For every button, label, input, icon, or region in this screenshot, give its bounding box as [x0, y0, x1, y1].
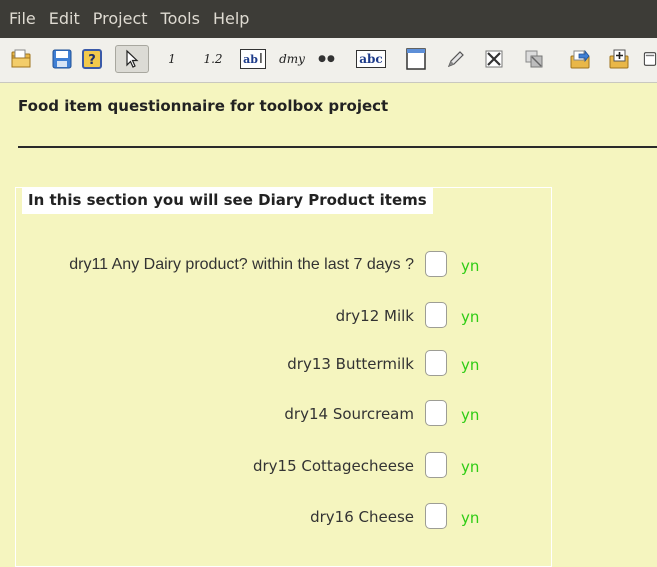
question-label: dry12 Milk — [335, 307, 414, 325]
question-label: dry13 Buttermilk — [287, 355, 414, 373]
menu-help[interactable]: Help — [213, 9, 249, 29]
label-button[interactable]: abc — [354, 45, 388, 73]
open-folder-icon — [11, 49, 31, 68]
question-row: dry15 Cottagecheese yn — [0, 452, 657, 482]
pencil-icon — [447, 51, 464, 68]
pointer-icon — [126, 49, 139, 68]
text-field-icon-label: ab — [243, 52, 258, 66]
integer-field-button[interactable]: 1 — [163, 45, 181, 73]
question-label: dry11 Any Dairy product? within the last… — [69, 256, 414, 273]
question-label: dry16 Cheese — [310, 508, 414, 526]
date-field-icon: dmy — [279, 52, 305, 66]
text-cursor-icon: I — [258, 51, 263, 67]
menubar: File Edit Project Tools Help — [0, 0, 657, 38]
question-type-yn: yn — [461, 308, 480, 326]
save-button[interactable] — [50, 45, 74, 73]
question-label: dry15 Cottagecheese — [252, 457, 414, 475]
group-button[interactable] — [521, 45, 547, 73]
save-icon — [52, 49, 72, 69]
question-checkbox[interactable] — [425, 400, 447, 426]
question-checkbox[interactable] — [425, 503, 447, 529]
text-field-icon: ab I — [240, 49, 266, 69]
question-checkbox[interactable] — [425, 452, 447, 478]
question-type-yn: yn — [461, 458, 480, 476]
question-checkbox[interactable] — [425, 350, 447, 376]
question-type-yn: yn — [461, 406, 480, 424]
svg-text:?: ? — [88, 53, 96, 68]
preview-icon — [643, 52, 657, 66]
question-row: dry12 Milk yn — [0, 302, 657, 332]
question-type-yn: yn — [461, 356, 480, 374]
choice-field-icon: ●● — [318, 54, 336, 64]
question-row: dry14 Sourcream yn — [0, 400, 657, 430]
integer-field-icon: 1 — [168, 52, 176, 66]
question-checkbox[interactable] — [425, 302, 447, 328]
delete-button[interactable] — [481, 45, 507, 73]
menu-project[interactable]: Project — [93, 9, 148, 29]
question-row: dry16 Cheese yn — [0, 503, 657, 533]
edit-button[interactable] — [444, 45, 468, 73]
text-field-button[interactable]: ab I — [236, 45, 270, 73]
label-icon: abc — [356, 50, 386, 68]
date-field-button[interactable]: dmy — [275, 45, 309, 73]
delete-icon — [485, 50, 503, 68]
export-button[interactable] — [567, 45, 593, 73]
help-button[interactable]: ? — [80, 45, 104, 73]
help-icon: ? — [82, 49, 102, 69]
open-button[interactable] — [9, 45, 33, 73]
question-type-yn: yn — [461, 257, 480, 275]
menu-tools[interactable]: Tools — [161, 9, 200, 29]
form-title: Food item questionnaire for toolbox proj… — [18, 97, 389, 115]
toolbar: ? 1 1.2 ab I dmy ●● abc — [0, 38, 657, 83]
question-type-yn: yn — [461, 509, 480, 527]
decimal-field-button[interactable]: 1.2 — [198, 45, 228, 73]
export-icon — [570, 49, 590, 69]
box-button[interactable] — [403, 45, 429, 73]
choice-field-button[interactable]: ●● — [316, 45, 338, 73]
box-icon — [406, 48, 426, 70]
question-row: dry13 Buttermilk yn — [0, 350, 657, 380]
add-page-button[interactable] — [606, 45, 632, 73]
select-tool-button[interactable] — [115, 45, 149, 73]
question-label: dry14 Sourcream — [284, 405, 414, 423]
group-icon — [525, 50, 543, 68]
add-page-icon — [609, 49, 629, 69]
title-divider — [18, 146, 657, 148]
question-checkbox[interactable] — [425, 251, 447, 277]
menu-file[interactable]: File — [9, 9, 36, 29]
section-heading: In this section you will see Diary Produ… — [22, 187, 433, 214]
question-row: dry11 Any Dairy product? within the last… — [0, 251, 657, 281]
menu-edit[interactable]: Edit — [49, 9, 80, 29]
preview-button[interactable] — [643, 45, 657, 73]
decimal-field-icon: 1.2 — [203, 52, 223, 66]
